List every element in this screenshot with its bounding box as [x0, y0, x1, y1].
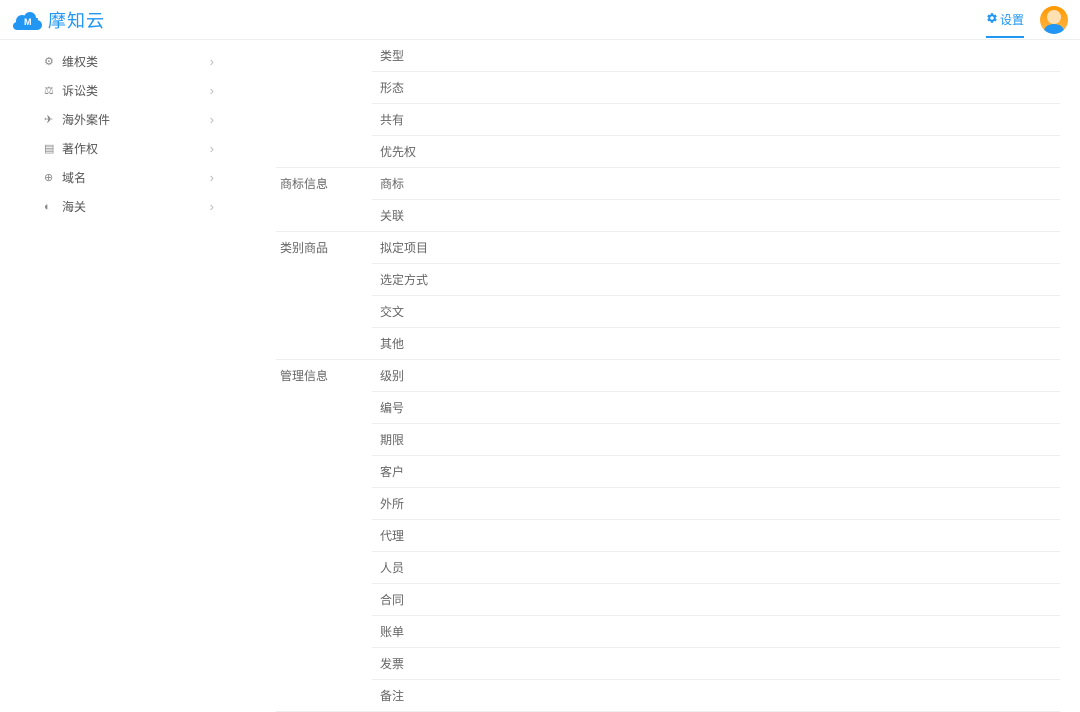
table-row[interactable]: 账单	[276, 616, 1060, 648]
field-name-cell: 合同	[372, 584, 1060, 616]
sidebar-item-label: 诉讼类	[62, 82, 98, 99]
cloud-logo-icon: M	[12, 8, 44, 32]
table-row[interactable]: 管理信息级别	[276, 360, 1060, 392]
field-name-cell: 代理	[372, 520, 1060, 552]
field-name-cell: 共有	[372, 104, 1060, 136]
table-row[interactable]: 其他	[276, 328, 1060, 360]
field-name-cell: 备注	[372, 680, 1060, 712]
field-name-cell: 账单	[372, 616, 1060, 648]
table-row[interactable]: 发票	[276, 648, 1060, 680]
field-name-cell: 其他	[372, 328, 1060, 360]
field-name-cell: 客户	[372, 456, 1060, 488]
table-row[interactable]: 类型	[276, 40, 1060, 72]
main-container: ⚙ 维权类 › ⚖ 诉讼类 › ✈ 海外案件 › ▤ 著作权 ›	[0, 40, 1080, 712]
brand-name: 摩知云	[48, 7, 105, 33]
chevron-right-icon: ›	[210, 83, 214, 98]
svg-text:M: M	[24, 17, 32, 27]
field-name-cell: 级别	[372, 360, 1060, 392]
sidebar: ⚙ 维权类 › ⚖ 诉讼类 › ✈ 海外案件 › ▤ 著作权 ›	[0, 40, 220, 712]
scale-icon: ⚖	[44, 84, 56, 97]
field-name-cell: 编号	[372, 392, 1060, 424]
table-row[interactable]: 外所	[276, 488, 1060, 520]
clock-icon: ◐	[44, 201, 56, 213]
main-content: 类型形态共有优先权商标信息商标关联类别商品拟定项目选定方式交文其他管理信息级别编…	[220, 40, 1080, 712]
table-row[interactable]: 合同	[276, 584, 1060, 616]
field-name-cell: 形态	[372, 72, 1060, 104]
field-name-cell: 发票	[372, 648, 1060, 680]
field-name-cell: 外所	[372, 488, 1060, 520]
table-row[interactable]: 共有	[276, 104, 1060, 136]
chevron-right-icon: ›	[210, 141, 214, 156]
globe-icon: ⊕	[44, 171, 56, 184]
field-name-cell: 选定方式	[372, 264, 1060, 296]
field-name-cell: 类型	[372, 40, 1060, 72]
header-right: 设置	[986, 6, 1068, 34]
sidebar-item-label: 域名	[62, 169, 86, 186]
sidebar-item-label: 海关	[62, 198, 86, 215]
table-row[interactable]: 备注	[276, 680, 1060, 712]
table-row[interactable]: 优先权	[276, 136, 1060, 168]
table-row[interactable]: 客户	[276, 456, 1060, 488]
table-row[interactable]: 形态	[276, 72, 1060, 104]
settings-label: 设置	[1000, 11, 1024, 28]
chevron-right-icon: ›	[210, 199, 214, 214]
section-name-cell: 商标信息	[276, 168, 372, 232]
table-row[interactable]: 关联	[276, 200, 1060, 232]
table-row[interactable]: 交文	[276, 296, 1060, 328]
table-row[interactable]: 编号	[276, 392, 1060, 424]
table-row[interactable]: 选定方式	[276, 264, 1060, 296]
sidebar-item-litigation[interactable]: ⚖ 诉讼类 ›	[44, 76, 220, 105]
plane-icon: ✈	[44, 113, 56, 126]
sidebar-item-copyright[interactable]: ▤ 著作权 ›	[44, 134, 220, 163]
field-name-cell: 商标	[372, 168, 1060, 200]
section-name-cell: 管理信息	[276, 360, 372, 712]
logo-area[interactable]: M 摩知云	[12, 7, 105, 33]
book-icon: ▤	[44, 142, 56, 155]
table-row[interactable]: 人员	[276, 552, 1060, 584]
settings-table: 类型形态共有优先权商标信息商标关联类别商品拟定项目选定方式交文其他管理信息级别编…	[276, 40, 1060, 712]
field-name-cell: 关联	[372, 200, 1060, 232]
chevron-right-icon: ›	[210, 54, 214, 69]
sidebar-item-domain[interactable]: ⊕ 域名 ›	[44, 163, 220, 192]
table-row[interactable]: 代理	[276, 520, 1060, 552]
chevron-right-icon: ›	[210, 112, 214, 127]
page-header: M 摩知云 设置	[0, 0, 1080, 40]
chevron-right-icon: ›	[210, 170, 214, 185]
avatar[interactable]	[1040, 6, 1068, 34]
gear-icon	[986, 12, 998, 27]
field-name-cell: 优先权	[372, 136, 1060, 168]
sidebar-item-overseas[interactable]: ✈ 海外案件 ›	[44, 105, 220, 134]
field-name-cell: 交文	[372, 296, 1060, 328]
sidebar-item-label: 维权类	[62, 53, 98, 70]
sidebar-item-customs[interactable]: ◐ 海关 ›	[44, 192, 220, 221]
field-name-cell: 拟定项目	[372, 232, 1060, 264]
sidebar-item-label: 海外案件	[62, 111, 110, 128]
table-row[interactable]: 期限	[276, 424, 1060, 456]
section-name-cell: 类别商品	[276, 232, 372, 360]
gear-small-icon: ⚙	[44, 55, 56, 68]
sidebar-item-label: 著作权	[62, 140, 98, 157]
settings-link[interactable]: 设置	[986, 11, 1024, 38]
table-row[interactable]: 商标信息商标	[276, 168, 1060, 200]
sidebar-item-rights[interactable]: ⚙ 维权类 ›	[44, 47, 220, 76]
field-name-cell: 期限	[372, 424, 1060, 456]
table-row[interactable]: 类别商品拟定项目	[276, 232, 1060, 264]
field-name-cell: 人员	[372, 552, 1060, 584]
section-name-cell	[276, 40, 372, 168]
